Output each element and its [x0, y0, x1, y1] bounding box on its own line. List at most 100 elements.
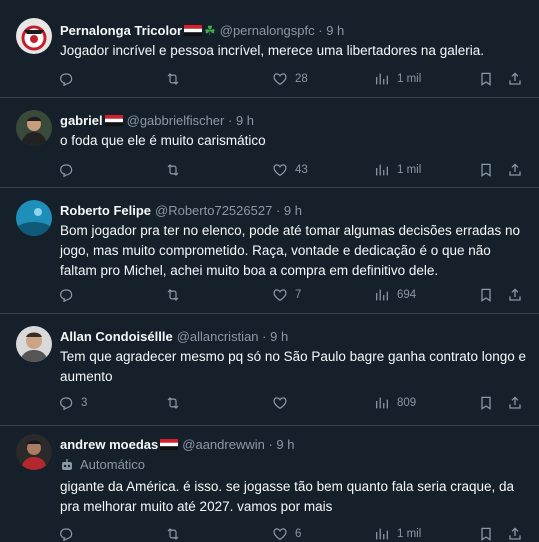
tweet[interactable]: andrew moedas @aandrewwin · 9 h Automátic… [0, 426, 539, 542]
view-count: 809 [397, 397, 417, 409]
reply-count: 3 [81, 397, 88, 409]
display-name[interactable]: Pernalonga Tricolor [60, 23, 182, 38]
views-button[interactable]: 1 mil [374, 525, 421, 542]
reply-icon [58, 162, 74, 178]
share-button[interactable] [507, 525, 523, 542]
like-button[interactable]: 7 [272, 286, 301, 304]
repost-icon [165, 526, 181, 542]
view-count: 694 [397, 289, 417, 301]
share-icon [507, 395, 523, 411]
timestamp[interactable]: · 9 h [318, 23, 344, 38]
views-icon [374, 71, 390, 87]
timestamp[interactable]: · 9 h [268, 437, 294, 452]
like-icon [272, 395, 288, 411]
handle[interactable]: @allancristian [177, 329, 259, 344]
tweet-text: o foda que ele é muito carismático [60, 133, 266, 148]
display-name[interactable]: Roberto Felipe [60, 203, 151, 218]
tweet-actions: 28 1 mil [58, 70, 528, 88]
like-count: 6 [295, 528, 302, 540]
bookmark-icon [478, 526, 494, 542]
tweet-header: Pernalonga Tricolor ☘ @pernalongspfc · 9 h [60, 22, 344, 39]
avatar[interactable] [16, 110, 52, 146]
share-button[interactable] [507, 286, 523, 304]
share-button[interactable] [507, 70, 523, 88]
repost-button[interactable] [165, 70, 181, 88]
bookmark-button[interactable] [478, 70, 494, 88]
view-count: 1 mil [397, 164, 422, 176]
views-icon [374, 526, 390, 542]
share-icon [507, 71, 523, 87]
like-icon [272, 287, 288, 303]
avatar[interactable] [16, 200, 52, 236]
repost-button[interactable] [165, 286, 181, 304]
tweet[interactable]: Pernalonga Tricolor ☘ @pernalongspfc · 9 h… [0, 0, 539, 98]
automated-label: Automático [60, 457, 145, 472]
bookmark-button[interactable] [478, 161, 494, 179]
bookmark-icon [478, 71, 494, 87]
repost-button[interactable] [165, 161, 181, 179]
like-count: 28 [295, 73, 308, 85]
like-button[interactable]: 28 [272, 70, 308, 88]
tweet-text: Jogador incrível e pessoa incrível, mere… [60, 43, 484, 58]
display-name[interactable]: Allan Condoiséllle [60, 329, 173, 344]
tweet[interactable]: Roberto Felipe @Roberto72526527 · 9 h Bom… [0, 188, 539, 314]
reply-button[interactable] [58, 286, 81, 304]
view-count: 1 mil [397, 73, 422, 85]
tweet-text: Tem que agradecer mesmo pq só no São Pau… [60, 349, 527, 384]
reply-button[interactable] [58, 161, 81, 179]
reply-button[interactable]: 3 [58, 394, 87, 412]
handle[interactable]: @pernalongspfc [220, 23, 315, 38]
avatar[interactable] [16, 326, 52, 362]
bookmark-button[interactable] [478, 394, 494, 412]
like-count: 43 [295, 164, 308, 176]
handle[interactable]: @Roberto72526527 [155, 203, 272, 218]
timestamp[interactable]: · 9 h [228, 113, 254, 128]
views-button[interactable]: 1 mil [374, 161, 421, 179]
avatar[interactable] [16, 18, 52, 54]
like-button[interactable]: 6 [272, 525, 301, 542]
repost-icon [165, 395, 181, 411]
display-name[interactable]: gabriel [60, 113, 103, 128]
reply-button[interactable] [58, 70, 81, 88]
tweet-header: Allan Condoiséllle @allancristian · 9 h [60, 328, 288, 345]
like-button[interactable]: 43 [272, 161, 308, 179]
bookmark-icon [478, 162, 494, 178]
bookmark-button[interactable] [478, 286, 494, 304]
reply-icon [58, 395, 74, 411]
repost-button[interactable] [165, 525, 181, 542]
bookmark-icon [478, 395, 494, 411]
share-icon [507, 162, 523, 178]
views-icon [374, 395, 390, 411]
handle[interactable]: @aandrewwin [182, 437, 265, 452]
views-button[interactable]: 809 [374, 394, 416, 412]
spfc-flag-icon [104, 113, 123, 126]
repost-button[interactable] [165, 394, 181, 412]
display-name[interactable]: andrew moedas [60, 437, 158, 452]
reply-icon [58, 71, 74, 87]
timestamp[interactable]: · 9 h [276, 203, 302, 218]
tweet-actions: 7 694 [58, 286, 528, 304]
reply-icon [58, 287, 74, 303]
tweet-text: gigante da América. é isso. se jogasse t… [60, 479, 515, 514]
timestamp[interactable]: · 9 h [262, 329, 288, 344]
tweet-header: Roberto Felipe @Roberto72526527 · 9 h [60, 202, 302, 219]
views-button[interactable]: 694 [374, 286, 416, 304]
handle[interactable]: @gabbrielfischer [127, 113, 225, 128]
tweet-actions: 6 1 mil [58, 525, 528, 542]
like-button[interactable] [272, 394, 295, 412]
spfc-flag-icon [184, 23, 203, 36]
tweet-actions: 43 1 mil [58, 161, 528, 179]
share-icon [507, 526, 523, 542]
share-icon [507, 287, 523, 303]
tweet-text: Bom jogador pra ter no elenco, pode até … [60, 223, 521, 278]
clover-icon: ☘ [204, 23, 216, 38]
tweet-actions: 3 809 [58, 394, 528, 412]
reply-button[interactable] [58, 525, 81, 542]
tweet[interactable]: Allan Condoiséllle @allancristian · 9 h T… [0, 314, 539, 426]
share-button[interactable] [507, 394, 523, 412]
tweet[interactable]: gabriel @gabbrielfischer · 9 h o foda que… [0, 98, 539, 188]
views-button[interactable]: 1 mil [374, 70, 421, 88]
avatar[interactable] [16, 434, 52, 470]
share-button[interactable] [507, 161, 523, 179]
bookmark-button[interactable] [478, 525, 494, 542]
